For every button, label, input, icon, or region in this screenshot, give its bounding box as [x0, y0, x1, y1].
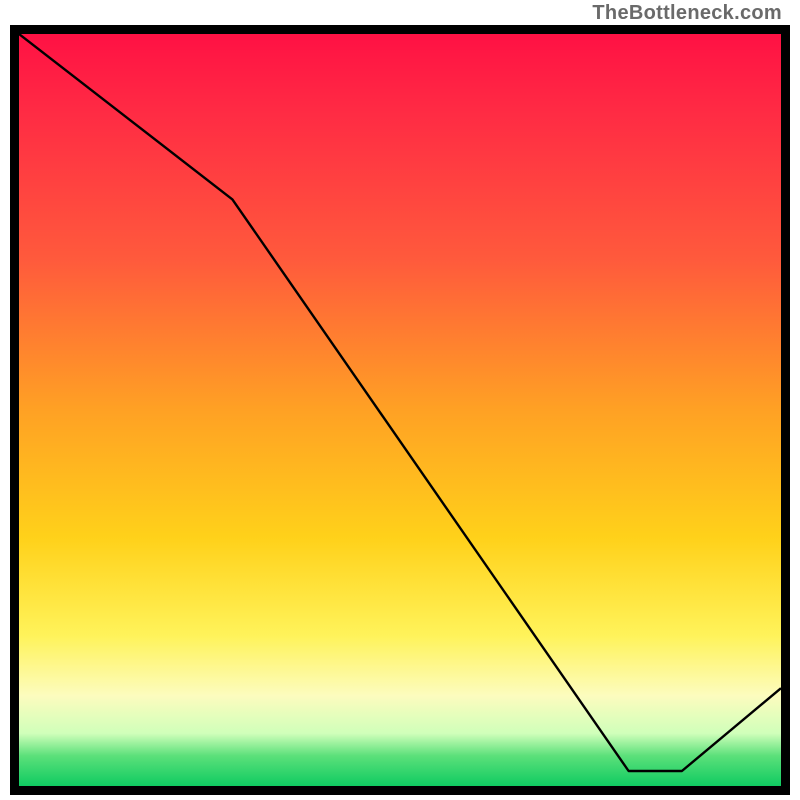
series-line-layer: [19, 34, 781, 786]
series-path: [19, 34, 781, 771]
chart-root: { "watermark": "TheBottleneck.com", "cha…: [0, 0, 800, 800]
plot-area: [10, 25, 790, 795]
watermark-text: TheBottleneck.com: [592, 2, 782, 25]
